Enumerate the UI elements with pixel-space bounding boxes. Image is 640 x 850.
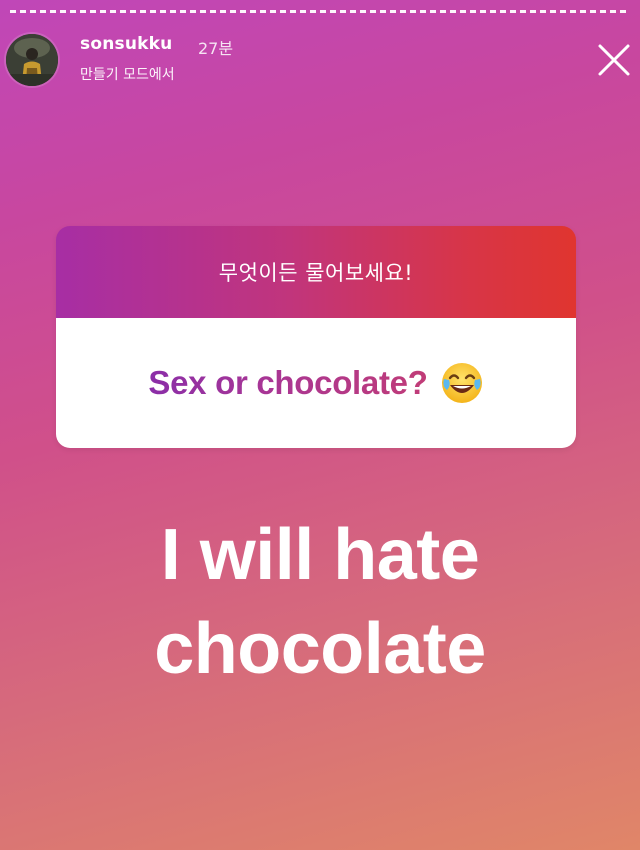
story-progress-bar [10,10,630,13]
avatar[interactable] [6,34,58,86]
answer-line-1: I will hate [160,515,480,595]
question-sticker-header: 무엇이든 물어보세요! [56,226,576,318]
answer-text: I will hate chocolate [0,508,640,696]
question-text: Sex or chocolate? [148,364,428,401]
question-prompt: 무엇이든 물어보세요! [218,261,414,285]
close-icon [598,44,630,76]
username[interactable]: sonsukku [80,34,172,54]
answer-line-2: chocolate [154,609,486,689]
story-subtitle: 만들기 모드에서 [80,67,175,83]
avatar-image [6,34,58,86]
tears-of-joy-emoji-icon [440,361,484,405]
story-header: sonsukku 27분 만들기 모드에서 [0,28,640,98]
timestamp: 27분 [198,39,234,58]
close-button[interactable] [596,42,632,78]
question-sticker-body: Sex or chocolate? [56,318,576,448]
question-sticker[interactable]: 무엇이든 물어보세요! Sex or chocolate? [56,226,576,448]
